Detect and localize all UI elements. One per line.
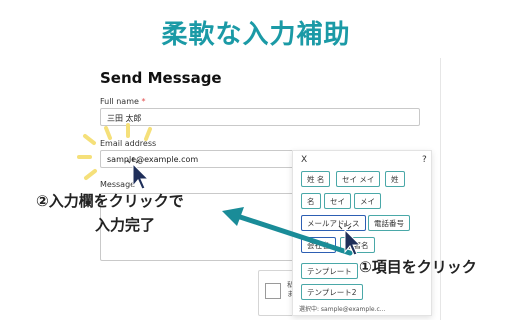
arrow: [222, 207, 353, 256]
annotation-step2-line1: ②入力欄をクリックで: [36, 192, 184, 210]
annotation-step1: ①項目をクリック: [359, 258, 477, 276]
click-burst-icon: [126, 157, 140, 164]
cursor-icon: [132, 162, 150, 190]
click-burst-icon-2: [338, 223, 352, 230]
annotation-step2-line2: 入力完了: [95, 216, 156, 234]
